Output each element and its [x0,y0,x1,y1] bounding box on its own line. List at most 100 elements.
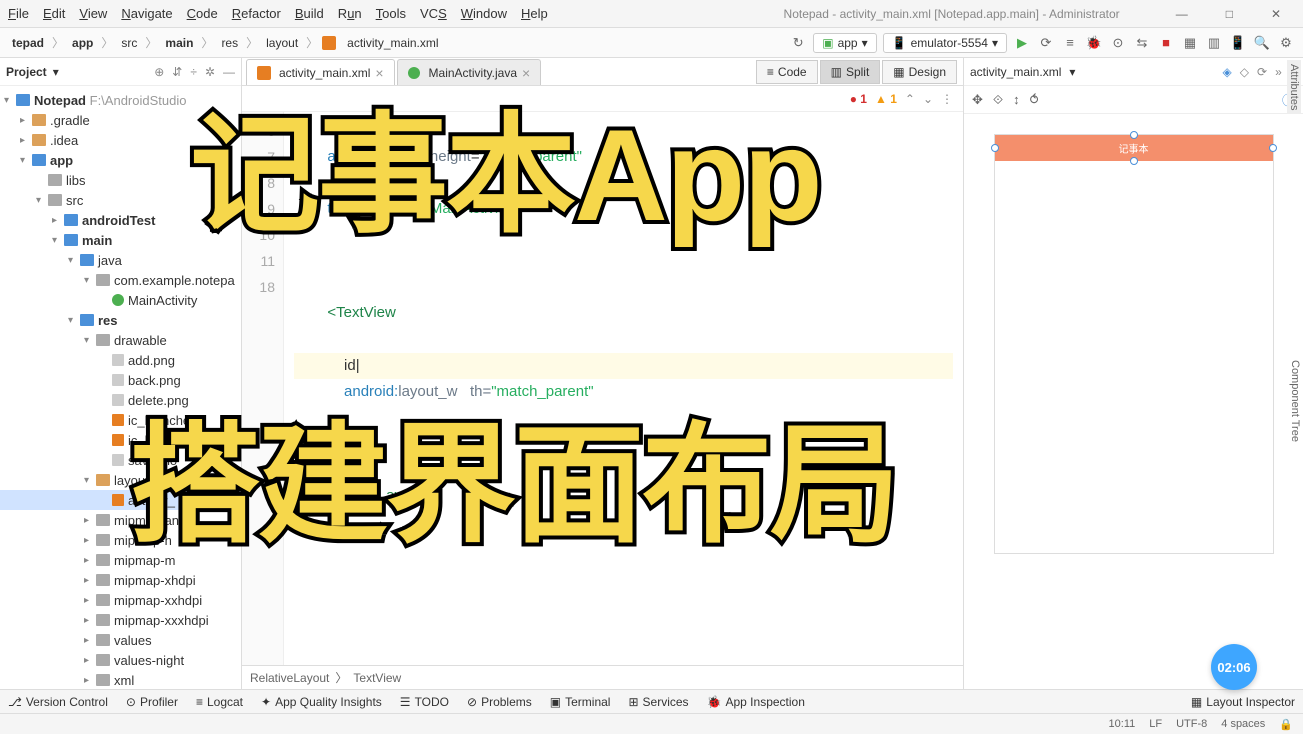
preview-header[interactable]: 记事本 [995,135,1273,161]
menu-file[interactable]: File [8,6,29,21]
xml-file-icon [257,66,271,80]
close-tab-icon[interactable]: × [522,65,530,81]
xml-file-icon [322,36,336,50]
design-file-tab[interactable]: activity_main.xml [970,65,1061,79]
structure-breadcrumb: RelativeLayout 〉 TextView [242,665,963,689]
window-title: Notepad - activity_main.xml [Notepad.app… [784,7,1120,21]
menu-build[interactable]: Build [295,6,324,21]
zoom-icon[interactable]: ⟐ [993,92,1003,108]
readonly-icon[interactable]: 🔒 [1279,718,1293,731]
terminal-tab[interactable]: ▣ Terminal [550,695,611,709]
crumb-layout[interactable]: layout [262,34,302,52]
menu-code[interactable]: Code [187,6,218,21]
more-icon[interactable]: » [1275,65,1282,79]
device-dropdown[interactable]: 📱emulator-5554▾ [883,33,1007,53]
sync-icon[interactable]: ↻ [789,34,807,52]
close-button[interactable]: ✕ [1271,7,1281,21]
breadcrumb: tepad〉 app〉 src〉 main〉 res〉 layout〉 acti… [8,34,443,52]
logcat-tab[interactable]: ≡ Logcat [196,695,243,709]
crumb-project[interactable]: tepad [8,34,48,52]
attributes-tab[interactable]: Attributes [1287,60,1301,114]
menu-window[interactable]: Window [461,6,507,21]
status-bar: 10:11 LF UTF-8 4 spaces 🔒 [0,713,1303,734]
magnet-icon[interactable]: ⥀ [1030,92,1039,108]
avd-icon[interactable]: ▦ [1181,34,1199,52]
view-design-button[interactable]: ▦ Design [882,60,957,84]
design-surface[interactable]: 记事本 [964,114,1303,689]
expand-icon[interactable]: ↕ [1013,92,1020,107]
project-view-label[interactable]: Project [6,65,47,79]
run-button[interactable]: ▶ [1013,34,1031,52]
minimize-button[interactable]: — [1176,7,1188,21]
layout-inspector-tab[interactable]: ▦ Layout Inspector [1191,695,1295,709]
target-icon[interactable]: ⊕ [154,65,164,79]
palette-icon[interactable]: ◈ [1223,65,1232,79]
device-manager-icon[interactable]: 📱 [1229,34,1247,52]
design-panel: activity_main.xml▾ ◈ ◇ ⟳ » ● ✥ ⟐ ↕ ⥀ ⓘ 记… [963,58,1303,689]
search-icon[interactable]: 🔍 [1253,34,1271,52]
divide-icon[interactable]: ÷ [190,65,197,79]
timer-badge: 02:06 [1211,644,1257,690]
maximize-button[interactable]: □ [1226,7,1233,21]
orientation-icon[interactable]: ⟳ [1257,65,1267,79]
view-split-button[interactable]: ▥ Split [820,60,881,84]
project-tree[interactable]: ▾Notepad F:\AndroidStudio ▸.gradle ▸.ide… [0,86,241,689]
menu-refactor[interactable]: Refactor [232,6,281,21]
profile-icon[interactable]: ⊙ [1109,34,1127,52]
encoding[interactable]: UTF-8 [1176,718,1207,730]
crumb-textview[interactable]: TextView [353,671,401,685]
profiler-tab[interactable]: ⊙ Profiler [126,695,178,709]
app-inspection-tab[interactable]: 🐞 App Inspection [707,695,805,709]
pan-icon[interactable]: ✥ [972,92,983,108]
warning-indicator[interactable]: ▲ 1 [875,92,897,106]
quality-tab[interactable]: ✦ App Quality Insights [261,695,382,709]
chevron-down-icon[interactable]: ⌄ [923,92,933,106]
problems-tab[interactable]: ⊘ Problems [467,695,532,709]
crumb-app[interactable]: app [68,34,97,52]
services-tab[interactable]: ⊞ Services [628,695,688,709]
menu-run[interactable]: Run [338,6,362,21]
component-tree-tab[interactable]: Component Tree [1289,360,1301,442]
error-indicator[interactable]: ● 1 [850,92,867,106]
crumb-file[interactable]: activity_main.xml [343,34,442,52]
bug-icon[interactable]: 🐞 [1085,34,1103,52]
stop-button[interactable]: ■ [1157,34,1175,52]
crumb-relativelayout[interactable]: RelativeLayout [250,671,329,685]
line-ending[interactable]: LF [1149,718,1162,730]
java-file-icon [408,67,420,79]
code-editor[interactable]: android:layout_height="match_parent" too… [284,112,963,665]
chevron-up-icon[interactable]: ⌃ [905,92,915,106]
menu-edit[interactable]: Edit [43,6,65,21]
menu-view[interactable]: View [79,6,107,21]
attach-icon[interactable]: ⇆ [1133,34,1151,52]
collapse-icon[interactable]: ⇵ [172,65,182,79]
tab-main-activity[interactable]: MainActivity.java × [397,59,542,85]
crumb-res[interactable]: res [217,34,242,52]
hide-icon[interactable]: — [223,65,235,79]
todo-tab[interactable]: ☰ TODO [400,695,449,709]
menu-help[interactable]: Help [521,6,548,21]
run-config-dropdown[interactable]: ▣app▾ [813,33,876,53]
menu-navigate[interactable]: Navigate [121,6,172,21]
navigation-toolbar: tepad〉 app〉 src〉 main〉 res〉 layout〉 acti… [0,28,1303,58]
coverage-icon[interactable]: ≡ [1061,34,1079,52]
more-icon[interactable]: ⋮ [941,92,953,106]
editor-panel: activity_main.xml × MainActivity.java × … [242,58,963,689]
close-tab-icon[interactable]: × [375,65,383,81]
menu-vcs[interactable]: VCS [420,6,447,21]
device-preview[interactable]: 记事本 [994,134,1274,554]
indent[interactable]: 4 spaces [1221,718,1265,730]
gear-icon[interactable]: ✲ [205,65,215,79]
view-code-button[interactable]: ≡ Code [756,60,818,84]
crumb-main[interactable]: main [161,34,197,52]
crumb-src[interactable]: src [117,34,141,52]
sdk-icon[interactable]: ▥ [1205,34,1223,52]
blueprint-icon[interactable]: ◇ [1240,65,1249,79]
debug-icon[interactable]: ⟳ [1037,34,1055,52]
menu-tools[interactable]: Tools [376,6,406,21]
tab-activity-main[interactable]: activity_main.xml × [246,59,395,85]
version-control-tab[interactable]: ⎇ Version Control [8,695,108,709]
cursor-position[interactable]: 10:11 [1109,718,1136,730]
dropdown-icon[interactable]: ▾ [53,65,59,79]
settings-icon[interactable]: ⚙ [1277,34,1295,52]
